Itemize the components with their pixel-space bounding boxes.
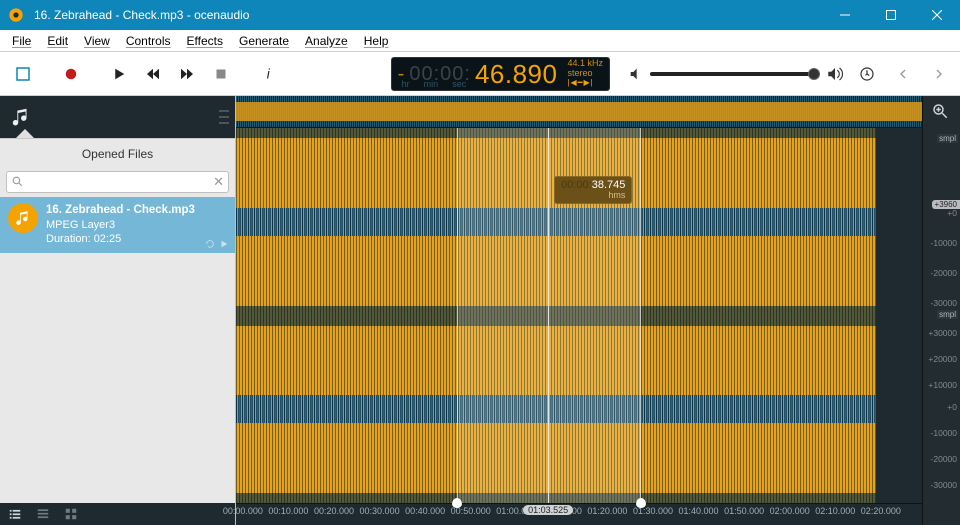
menu-help[interactable]: Help <box>356 32 397 50</box>
playhead-cursor[interactable] <box>548 128 549 503</box>
sidebar-footer <box>0 503 235 525</box>
lcd-mode-icons: |◀━▶| <box>567 79 593 88</box>
ruler-unit-mid: smpl <box>937 310 958 319</box>
view-grid-icon[interactable] <box>64 507 78 521</box>
record-button[interactable] <box>56 59 86 89</box>
volume-high-icon <box>826 65 844 83</box>
main-area: Opened Files ✕ 16. Zebrahead - Check.mp3… <box>0 96 960 525</box>
selection-tool-button[interactable] <box>8 59 38 89</box>
app-icon <box>6 5 26 25</box>
sidebar-grip-icon[interactable] <box>219 110 229 124</box>
history-button[interactable] <box>854 61 880 87</box>
nav-prev-button[interactable] <box>890 61 916 87</box>
sidebar: Opened Files ✕ 16. Zebrahead - Check.mp3… <box>0 96 236 525</box>
level-readout-badge: +3960 <box>932 200 960 209</box>
clear-search-icon[interactable]: ✕ <box>213 174 224 190</box>
file-list-item[interactable]: 16. Zebrahead - Check.mp3 MPEG Layer3 Du… <box>0 197 235 253</box>
file-name: 16. Zebrahead - Check.mp3 <box>46 203 195 218</box>
titlebar: 16. Zebrahead - Check.mp3 - ocenaudio <box>0 0 960 30</box>
sidebar-tab-opened-files[interactable]: Opened Files <box>0 139 235 167</box>
svg-text:i: i <box>267 66 271 81</box>
menubar: File Edit View Controls Effects Generate… <box>0 30 960 52</box>
file-codec: MPEG Layer3 <box>46 218 195 232</box>
file-icon <box>8 203 38 233</box>
minimize-button[interactable] <box>822 0 868 30</box>
end-gap <box>876 128 922 503</box>
forward-button[interactable] <box>172 59 202 89</box>
menu-controls[interactable]: Controls <box>118 32 179 50</box>
cursor-tooltip: 00:00:38.745 hms <box>554 176 632 204</box>
window-title: 16. Zebrahead - Check.mp3 - ocenaudio <box>32 8 822 22</box>
search-icon <box>11 175 24 188</box>
lcd-unit-labels: hrminsec <box>402 79 467 89</box>
sidebar-search: ✕ <box>6 171 229 193</box>
view-list-icon[interactable] <box>8 507 22 521</box>
timeline-tick: 02:20.000 <box>861 506 901 516</box>
play-button[interactable] <box>104 59 134 89</box>
timeline-tick: 02:10.000 <box>815 506 855 516</box>
selection-end-marker[interactable] <box>636 498 646 508</box>
timeline-tick: 00:30.000 <box>360 506 400 516</box>
waveform-canvas[interactable]: 00:00:38.745 hms <box>236 128 922 503</box>
timeline-tick: 00:10.000 <box>268 506 308 516</box>
stop-button[interactable] <box>206 59 236 89</box>
file-duration: Duration: 02:25 <box>46 232 195 246</box>
timeline-cursor-label: 01:03.525 <box>523 505 573 515</box>
sidebar-header <box>0 96 235 138</box>
menu-generate[interactable]: Generate <box>231 32 297 50</box>
lcd-meta: 44.1 kHz stereo |◀━▶| <box>567 59 603 88</box>
search-input[interactable] <box>6 171 229 193</box>
volume-control <box>628 65 844 83</box>
timeline-tick: 01:40.000 <box>679 506 719 516</box>
volume-low-icon <box>628 66 644 82</box>
view-compact-icon[interactable] <box>36 507 50 521</box>
timeline-tick: 02:00.000 <box>770 506 810 516</box>
loop-icon[interactable] <box>205 239 215 249</box>
timeline-tick: 01:20.000 <box>587 506 627 516</box>
time-display[interactable]: - 00:00: 46.890 hrminsec 44.1 kHz stereo… <box>391 57 610 91</box>
zoom-icon[interactable] <box>931 102 949 120</box>
close-button[interactable] <box>914 0 960 30</box>
timeline-tick: 00:20.000 <box>314 506 354 516</box>
file-item-actions <box>205 239 229 249</box>
info-button[interactable]: i <box>254 59 284 89</box>
play-small-icon[interactable] <box>219 239 229 249</box>
nav-next-button[interactable] <box>926 61 952 87</box>
menu-file[interactable]: File <box>4 32 39 50</box>
timeline-ruler[interactable]: 00:00.00000:10.00000:20.00000:30.00000:4… <box>236 503 922 525</box>
music-note-icon <box>10 106 32 128</box>
timeline-tick: 00:00.000 <box>223 506 263 516</box>
toolbar: i - 00:00: 46.890 hrminsec 44.1 kHz ster… <box>0 52 960 96</box>
volume-knob[interactable] <box>808 68 820 80</box>
editor-area: 00:00:38.745 hms 00:00.00000:10.00000:20… <box>236 96 960 525</box>
overview-waveform[interactable] <box>236 96 922 128</box>
menu-effects[interactable]: Effects <box>179 32 231 50</box>
amplitude-ruler[interactable]: smpl +0 -10000 -20000 -30000 +3960 smpl … <box>922 96 960 525</box>
menu-analyze[interactable]: Analyze <box>297 32 356 50</box>
selection-start-marker[interactable] <box>452 498 462 508</box>
maximize-button[interactable] <box>868 0 914 30</box>
ruler-unit-top: smpl <box>937 134 958 143</box>
menu-view[interactable]: View <box>76 32 118 50</box>
rewind-button[interactable] <box>138 59 168 89</box>
lcd-seconds: 46.890 <box>475 61 558 87</box>
menu-edit[interactable]: Edit <box>39 32 76 50</box>
timeline-tick: 00:40.000 <box>405 506 445 516</box>
timeline-tick: 01:50.000 <box>724 506 764 516</box>
volume-slider[interactable] <box>650 72 820 76</box>
